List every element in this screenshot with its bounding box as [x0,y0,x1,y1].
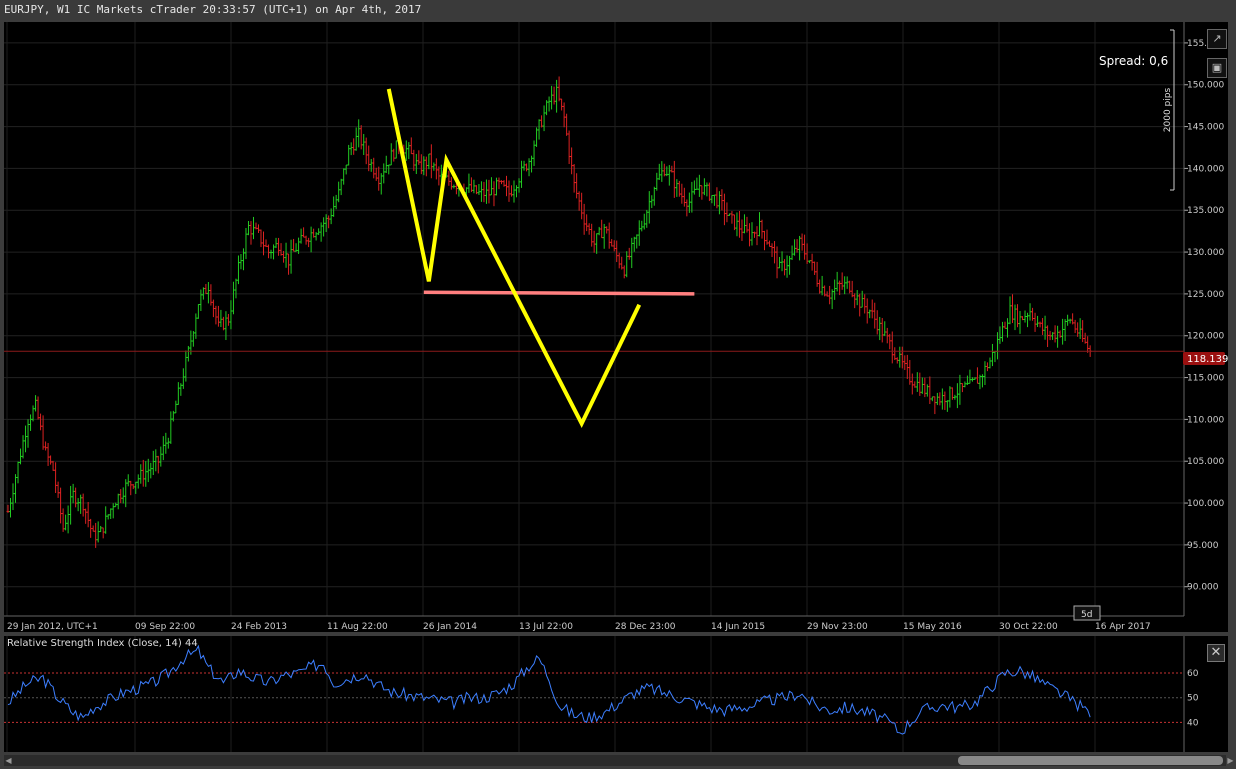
price-tick-label: 125.000 [1187,290,1224,300]
camera-icon[interactable]: ▣ [1207,58,1227,78]
price-tick-label: 135.000 [1187,206,1224,216]
chart-canvas[interactable]: 155.000150.000145.000140.000135.000130.0… [0,0,1236,769]
time-tick-label: 15 May 2016 [903,622,962,632]
pips-label: 2000 pips [1163,88,1173,133]
time-tick-label: 09 Sep 22:00 [135,622,195,632]
current-price-tag: 118.139 [1183,352,1228,365]
horizontal-scroll-thumb[interactable] [958,756,1223,765]
spread-label: Spread: 0,6 [1099,54,1169,68]
period-badge-label: 5d [1081,610,1092,620]
price-tick-label: 115.000 [1187,374,1224,384]
indicator-background [4,636,1184,752]
neckline-trendline [423,290,695,296]
price-tick-label: 95.000 [1187,541,1219,551]
time-tick-label: 28 Dec 23:00 [615,622,676,632]
price-tick-label: 120.000 [1187,332,1224,342]
time-tick-label: 13 Jul 22:00 [519,622,573,632]
indicator-title: Relative Strength Index (Close, 14) 44 [7,638,198,649]
time-tick-label: 11 Aug 22:00 [327,622,388,632]
rsi-level-label: 40 [1187,718,1199,728]
price-tick-label: 90.000 [1187,583,1219,593]
price-tick-label: 150.000 [1187,81,1224,91]
time-tick-label: 29 Nov 23:00 [807,622,868,632]
time-tick-label: 14 Jun 2015 [711,622,765,632]
price-tick-label: 145.000 [1187,123,1224,133]
period-badge[interactable]: 5d [1073,605,1101,621]
price-tick-label: 140.000 [1187,164,1224,174]
price-tick-label: 100.000 [1187,499,1224,509]
time-tick-label: 24 Feb 2013 [231,622,287,632]
time-tick-label: 26 Jan 2014 [423,622,477,632]
scroll-right-icon[interactable]: ▶ [1226,755,1235,766]
scroll-left-icon[interactable]: ◀ [4,755,13,766]
time-tick-label: 16 Apr 2017 [1095,622,1151,632]
current-price-label: 118.139 [1187,354,1228,365]
time-tick-label: 30 Oct 22:00 [999,622,1058,632]
price-axis-background [1184,22,1228,616]
time-tick-label: 29 Jan 2012, UTC+1 [7,622,98,632]
price-tick-label: 110.000 [1187,415,1224,425]
price-tick-label: 105.000 [1187,457,1224,467]
rsi-level-label: 60 [1187,669,1199,679]
popout-icon[interactable]: ↗ [1207,29,1227,49]
price-tick-label: 130.000 [1187,248,1224,258]
close-icon[interactable]: ✕ [1207,644,1225,662]
rsi-level-label: 50 [1187,694,1199,704]
